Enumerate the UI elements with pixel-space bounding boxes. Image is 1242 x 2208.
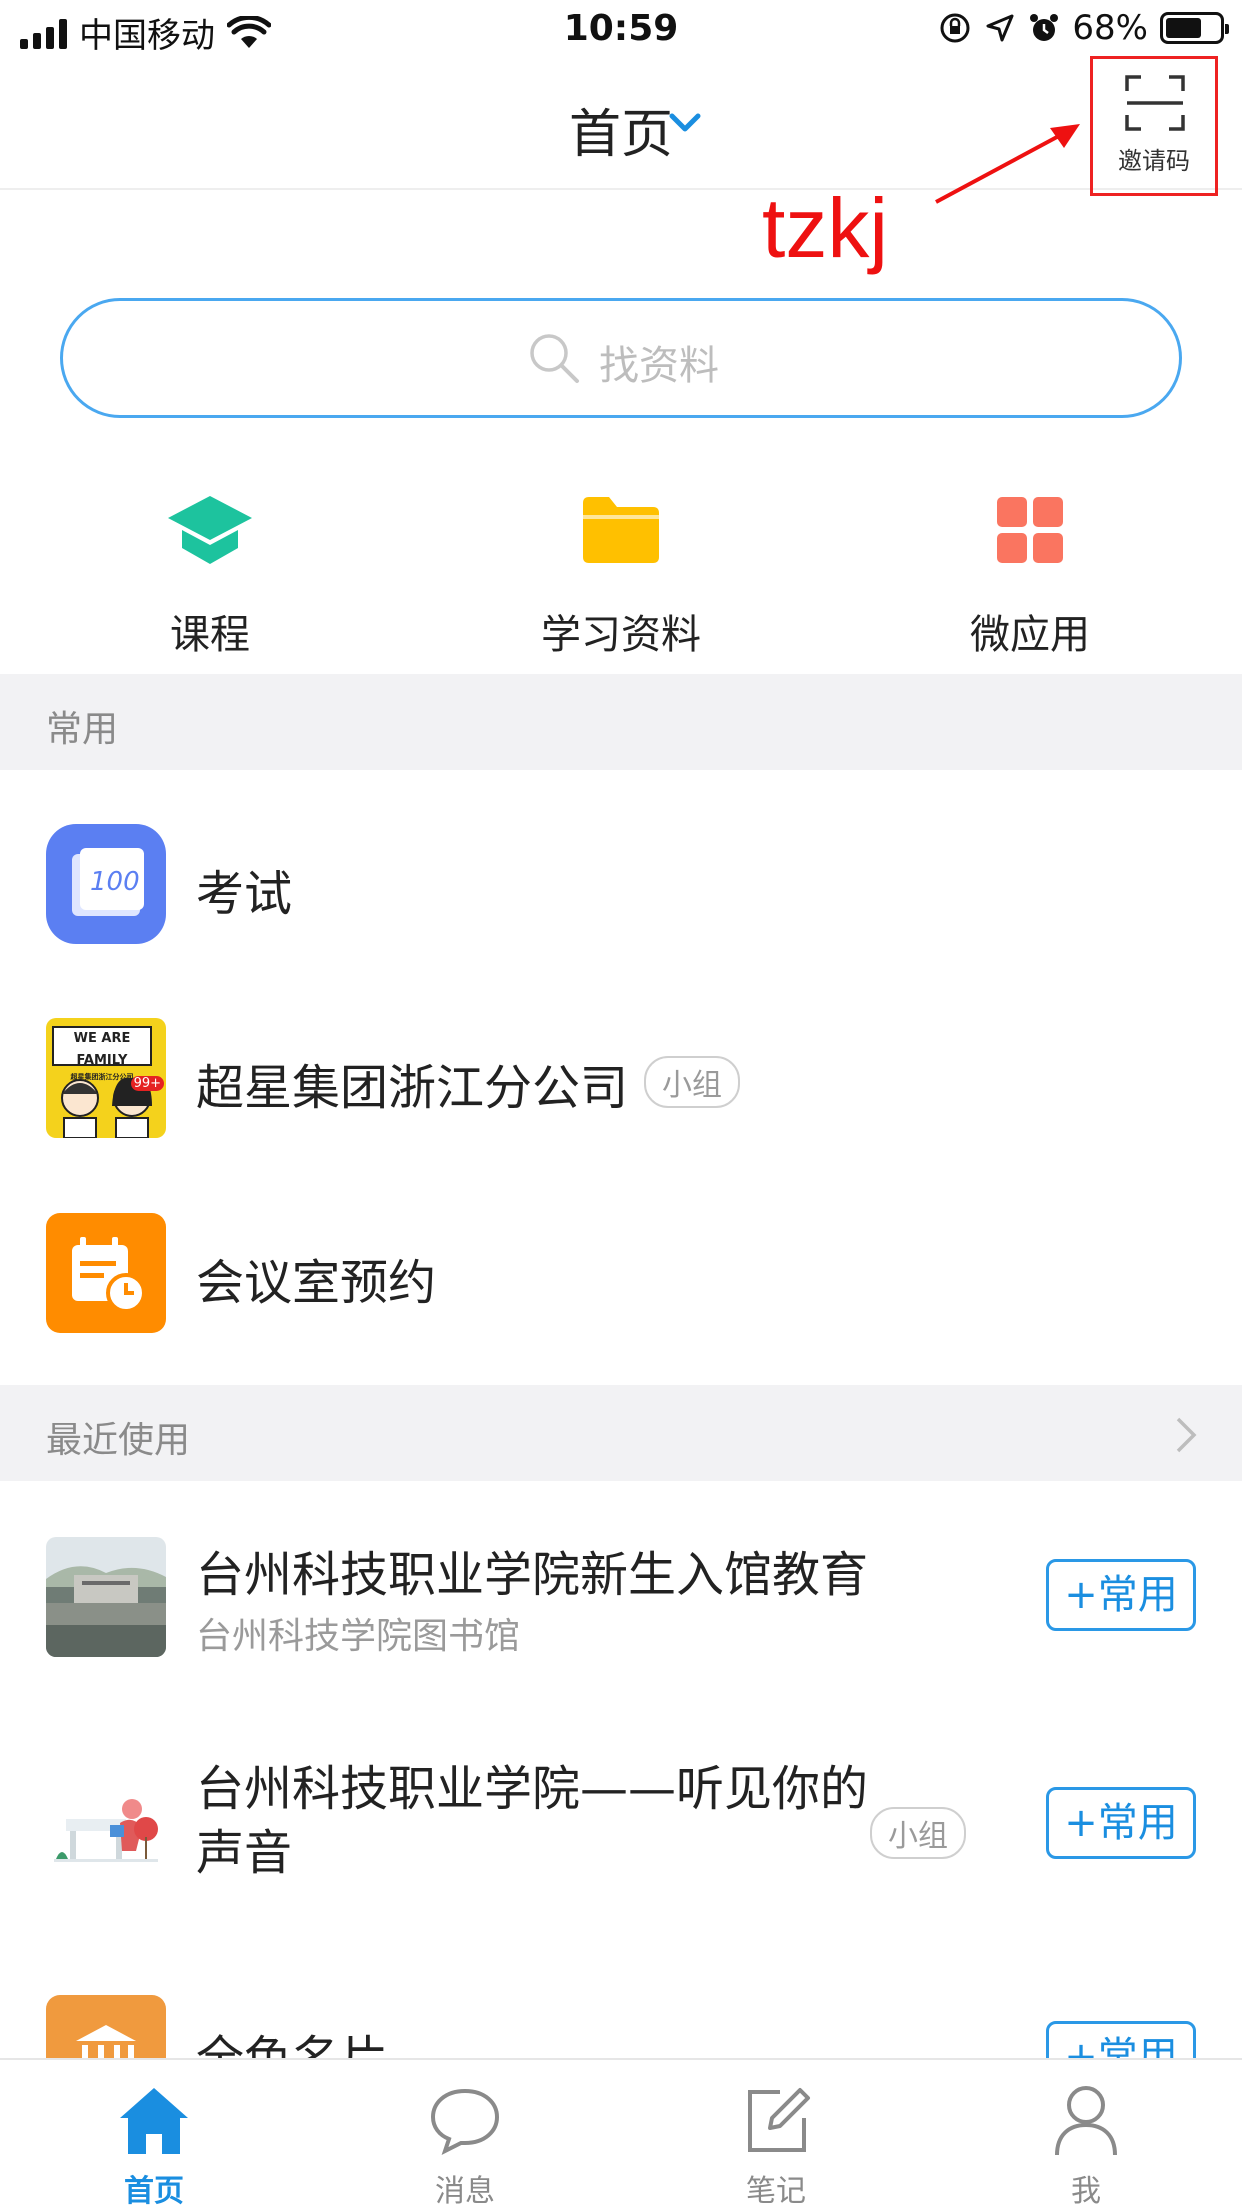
quick-entry-label: 微应用 [970,612,1090,658]
list-item-recent-library[interactable]: 台州科技职业学院新生入馆教育 台州科技学院图书馆 +常用 [0,1481,1242,1711]
graduation-cap-icon [168,496,252,564]
tab-label: 消息 [435,2174,495,2208]
quick-entry-label: 学习资料 [541,612,701,658]
exam-100-icon: 100 [46,824,166,944]
unread-badge: 99+ [130,1076,164,1091]
invite-code-label: 邀请码 [1118,147,1190,175]
home-icon [120,2088,188,2154]
chat-bubble-icon [430,2088,500,2155]
battery-percent: 68% [1072,8,1148,48]
rotation-lock-icon [940,13,970,43]
list-item-group[interactable]: WE ARE FAMILY 超星集团浙江分公司 99+ 超星集团浙江分公司 小组 [0,970,1242,1165]
search-input[interactable]: 找资料 [60,298,1182,418]
alarm-icon [1030,14,1059,41]
item-title: 台州科技职业学院新生入馆教育 [196,1547,869,1603]
group-tag: 小组 [644,1056,740,1108]
list-item-recent-voice-group[interactable]: 台州科技职业学院——听见你的 声音 小组 +常用 [0,1711,1242,1941]
library-thumbnail [46,1537,166,1657]
annotation-arrow [935,124,1080,204]
folder-icon [583,497,659,563]
page-title: 首页 [568,105,673,165]
item-title-line1: 台州科技职业学院——听见你的 [196,1761,869,1817]
institution-icon [46,1995,166,2058]
person-icon [1055,2086,1117,2156]
add-favorite-button[interactable]: +常用 [1046,2021,1196,2058]
section-title: 常用 [46,709,119,750]
item-title: 超星集团浙江分公司 [196,1060,629,1116]
section-header-recent[interactable]: 最近使用 [0,1385,1242,1481]
group-avatar: WE ARE FAMILY 超星集团浙江分公司 99+ [46,1018,166,1138]
quick-entry-courses[interactable]: 课程 [80,480,340,660]
quick-entry-micro-apps[interactable]: 微应用 [900,480,1160,660]
item-title-line2: 声音 [196,1825,293,1881]
invite-code-button[interactable]: 邀请码 [1090,56,1218,196]
avatar-text: WE ARE FAMILY [73,1031,131,1068]
tab-messages[interactable]: 消息 [385,2080,545,2208]
status-bar: 中国移动 10:59 68% [0,0,1242,62]
search-icon [530,334,579,383]
list-item-meeting-room[interactable]: 会议室预约 [0,1165,1242,1385]
calendar-clock-icon [46,1213,166,1333]
item-title: 全色名片 [196,2019,388,2058]
reading-illustration [46,1767,166,1887]
list-item-exam[interactable]: 100 考试 [0,770,1242,970]
add-favorite-button[interactable]: +常用 [1046,1559,1196,1631]
quick-entry-label: 课程 [170,612,250,658]
note-edit-icon [748,2088,810,2152]
grid-apps-icon [997,497,1063,563]
annotation-label: tzkj [762,181,888,275]
tab-home[interactable]: 首页 [74,2080,234,2208]
item-subtitle: 台州科技学院图书馆 [196,1616,521,1657]
tab-notes[interactable]: 笔记 [696,2080,856,2208]
list-item-recent-card[interactable]: 全色名片 +常用 [0,1941,1242,2058]
add-favorite-button[interactable]: +常用 [1046,1787,1196,1859]
quick-entry-materials[interactable]: 学习资料 [491,480,751,660]
chevron-down-icon[interactable] [668,112,702,134]
location-arrow-icon [986,14,1014,42]
chevron-right-icon [1176,1417,1197,1453]
scan-icon [1125,75,1185,131]
tab-bar: 首页 消息 笔记 我 [0,2058,1242,2208]
tab-label: 首页 [124,2174,184,2208]
search-placeholder: 找资料 [599,343,719,389]
section-header-frequent: 常用 [0,674,1242,770]
group-tag: 小组 [870,1807,966,1859]
tab-label: 笔记 [746,2174,806,2208]
svg-text:100: 100 [90,867,140,897]
tab-label: 我 [1071,2174,1101,2208]
battery-icon [1160,12,1229,44]
section-title: 最近使用 [46,1420,191,1461]
item-title: 会议室预约 [196,1255,437,1311]
item-title: 考试 [196,866,293,922]
tab-me[interactable]: 我 [1006,2080,1166,2208]
